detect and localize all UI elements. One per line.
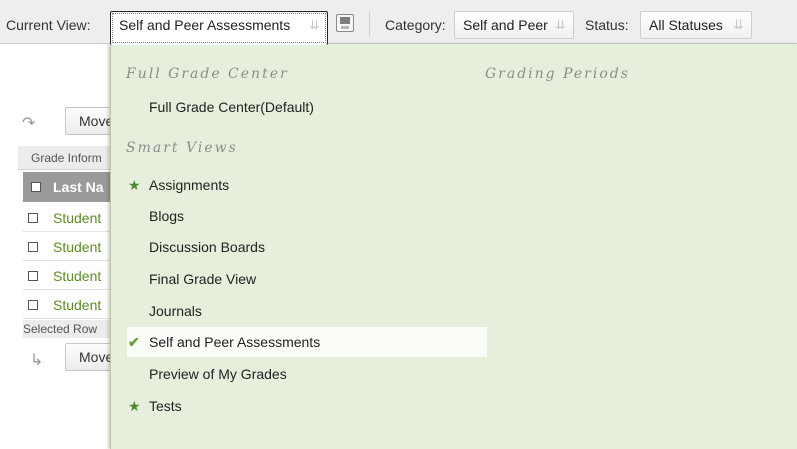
- row-checkbox[interactable]: [28, 271, 38, 281]
- category-value: Self and Peer: [463, 17, 548, 33]
- move-button-label: Move: [79, 113, 114, 129]
- menu-item-assignments[interactable]: ★ Assignments: [127, 170, 487, 200]
- table-row: Student: [23, 232, 123, 261]
- menu-item-final-grade-view[interactable]: Final Grade View: [127, 264, 487, 294]
- star-icon: ★: [128, 177, 141, 193]
- student-name-link[interactable]: Student: [53, 210, 101, 226]
- current-view-label: Current View:: [6, 17, 91, 33]
- menu-item-blogs[interactable]: Blogs: [127, 201, 487, 231]
- status-value: All Statuses: [649, 17, 723, 33]
- move-arrow-icon: ↷: [22, 115, 36, 132]
- menu-item-label: Full Grade Center(Default): [149, 99, 314, 115]
- table-header-row: Last Na: [23, 172, 123, 202]
- menu-item-self-and-peer-assessments[interactable]: ✔ Self and Peer Assessments: [127, 327, 487, 357]
- table-row: Student: [23, 203, 123, 232]
- menu-item-label: Assignments: [149, 177, 230, 193]
- menu-item-full-grade-center-default[interactable]: Full Grade Center(Default): [127, 92, 487, 122]
- row-checkbox[interactable]: [28, 213, 38, 223]
- menu-item-tests[interactable]: ★ Tests: [127, 391, 487, 421]
- category-label: Category:: [385, 17, 446, 33]
- current-view-value: Self and Peer Assessments: [119, 17, 291, 33]
- row-checkbox[interactable]: [28, 300, 38, 310]
- menu-item-label: Discussion Boards: [149, 239, 265, 255]
- menu-item-label: Preview of My Grades: [149, 366, 287, 382]
- menu-item-label: Blogs: [149, 208, 185, 224]
- grade-information-label: Grade Inform: [31, 151, 102, 165]
- table-row: Student: [23, 261, 123, 290]
- student-name-link[interactable]: Student: [53, 268, 101, 284]
- chevron-down-icon: ⇊: [309, 17, 320, 32]
- current-view-select[interactable]: Self and Peer Assessments ⇊: [110, 11, 328, 45]
- status-label: Status:: [585, 17, 629, 33]
- save-view-icon[interactable]: [336, 14, 354, 32]
- grade-center-toolbar: Current View: Self and Peer Assessments …: [0, 0, 797, 45]
- row-checkbox[interactable]: [28, 242, 38, 252]
- student-name-link[interactable]: Student: [53, 297, 101, 313]
- menu-item-label: Final Grade View: [149, 271, 257, 287]
- checkmark-icon: ✔: [128, 334, 140, 350]
- selected-rows-label: Selected Row: [23, 322, 98, 336]
- star-icon: ★: [128, 398, 141, 414]
- menu-item-preview-of-my-grades[interactable]: Preview of My Grades: [127, 359, 487, 389]
- menu-item-journals[interactable]: Journals: [127, 296, 487, 326]
- chevron-down-icon: ⇊: [555, 17, 566, 32]
- table-row: Student: [23, 290, 123, 319]
- selected-rows-bar: Selected Row: [23, 320, 123, 338]
- last-name-column-header[interactable]: Last Na: [53, 179, 104, 195]
- chevron-down-icon: ⇊: [733, 17, 744, 32]
- move-button-label: Move: [79, 349, 114, 365]
- category-select[interactable]: Self and Peer ⇊: [454, 11, 574, 39]
- student-name-link[interactable]: Student: [53, 239, 101, 255]
- menu-item-label: Tests: [149, 398, 182, 414]
- menu-item-label: Self and Peer Assessments: [149, 334, 321, 350]
- menu-item-label: Journals: [149, 303, 202, 319]
- smart-views-heading: Smart Views: [126, 140, 238, 156]
- current-view-dropdown-menu: Full Grade Center Grading Periods Full G…: [110, 44, 797, 449]
- full-grade-center-heading: Full Grade Center: [126, 66, 289, 82]
- grading-periods-heading: Grading Periods: [485, 66, 630, 82]
- menu-item-discussion-boards[interactable]: Discussion Boards: [127, 232, 487, 262]
- status-select[interactable]: All Statuses ⇊: [640, 11, 752, 39]
- move-arrow-icon: ↳: [30, 352, 44, 369]
- select-all-checkbox[interactable]: [31, 182, 41, 192]
- toolbar-divider: [369, 12, 370, 36]
